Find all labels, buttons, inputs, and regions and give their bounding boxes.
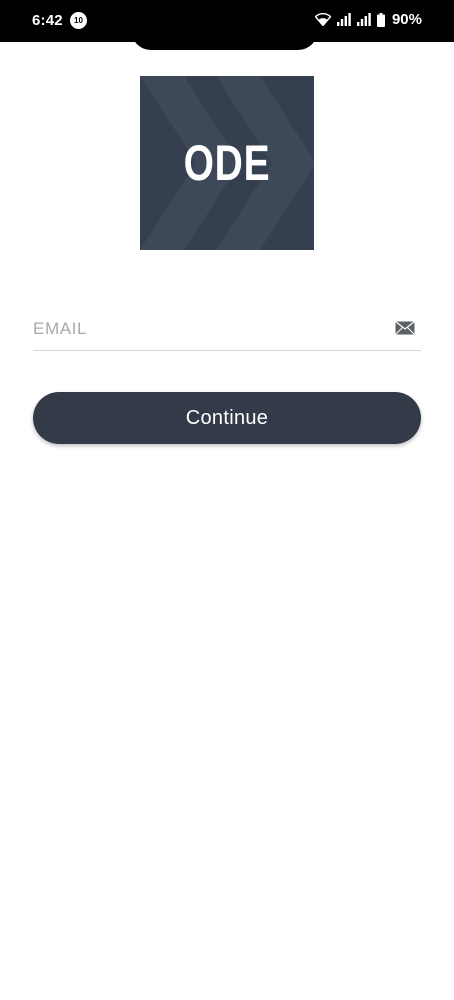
status-time: 6:42 [32, 12, 63, 29]
mail-icon [395, 321, 415, 340]
battery-icon [376, 12, 385, 27]
app-logo: ODE [140, 76, 314, 250]
signal-icon [336, 13, 351, 26]
status-icons: 90% [314, 11, 422, 28]
logo-text: ODE [183, 135, 271, 191]
continue-button[interactable]: Continue [33, 392, 421, 444]
wifi-icon [314, 13, 331, 26]
email-input[interactable] [33, 308, 383, 350]
signal-icon [356, 13, 371, 26]
notification-badge: 10 [70, 12, 87, 29]
email-field[interactable] [33, 308, 421, 351]
battery-percent: 90% [391, 11, 422, 28]
camera-notch [131, 30, 318, 50]
login-screen: 6:42 10 90% ODE EMAIL Continue [0, 0, 454, 1000]
